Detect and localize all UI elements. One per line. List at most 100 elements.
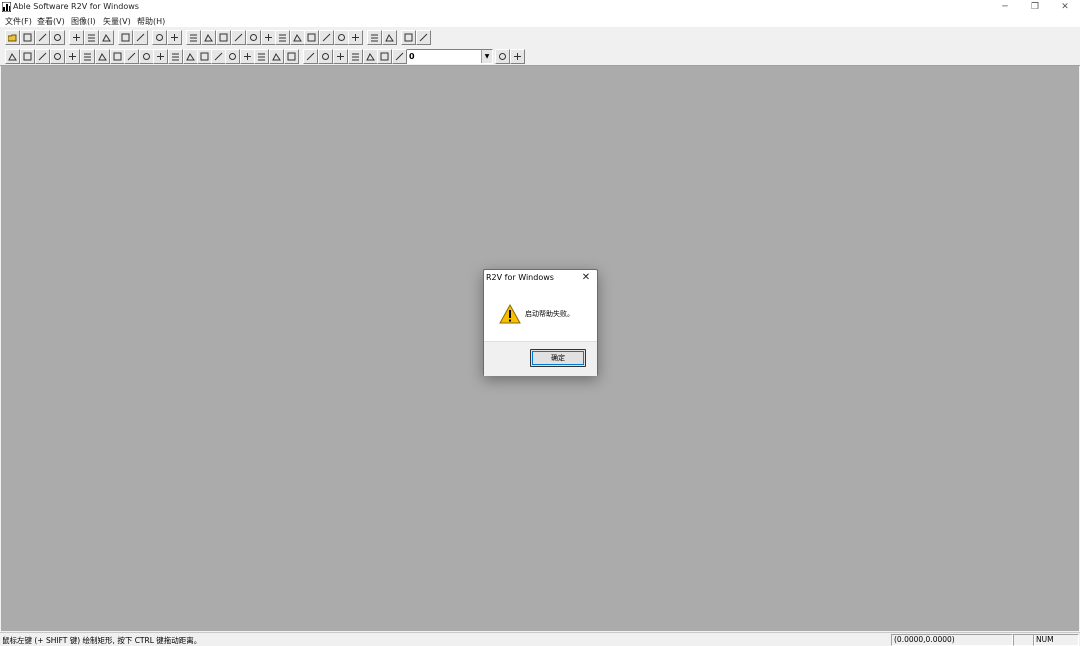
ok-button[interactable]: 确定 bbox=[530, 349, 586, 367]
node-move-button[interactable] bbox=[197, 49, 212, 64]
menu-help[interactable]: 帮助(H) bbox=[137, 16, 165, 27]
scan-button[interactable] bbox=[152, 30, 167, 45]
zoom-fit-button[interactable] bbox=[99, 30, 114, 45]
save-image-icon bbox=[38, 33, 47, 42]
fill-button[interactable] bbox=[269, 49, 284, 64]
diagonal-button[interactable] bbox=[168, 49, 183, 64]
open-button[interactable] bbox=[5, 30, 20, 45]
threshold-button[interactable] bbox=[261, 30, 276, 45]
save-vector-icon bbox=[54, 34, 61, 41]
curve-icon bbox=[38, 52, 47, 61]
spread-left-button[interactable] bbox=[246, 30, 261, 45]
calibrate-button[interactable] bbox=[167, 30, 182, 45]
menu-file[interactable]: 文件(F) bbox=[5, 16, 32, 27]
label-button[interactable] bbox=[382, 30, 397, 45]
layer-props-button[interactable] bbox=[510, 49, 525, 64]
center-button[interactable] bbox=[304, 30, 319, 45]
close-button[interactable]: ✕ bbox=[1050, 0, 1080, 14]
vertical-button[interactable] bbox=[65, 49, 80, 64]
horizontal-button[interactable] bbox=[80, 49, 95, 64]
layer-select[interactable]: 0 ▼ bbox=[405, 49, 493, 64]
crosshair-button[interactable] bbox=[348, 30, 363, 45]
scatter-button[interactable] bbox=[348, 49, 363, 64]
move-down-button[interactable] bbox=[290, 30, 305, 45]
smooth-icon bbox=[113, 52, 122, 61]
chevron-down-icon[interactable]: ▼ bbox=[481, 50, 492, 63]
dot-button[interactable] bbox=[124, 49, 139, 64]
scan-icon bbox=[156, 34, 163, 41]
label-icon bbox=[385, 34, 394, 42]
select-window-button[interactable] bbox=[186, 30, 201, 45]
smooth-button[interactable] bbox=[110, 49, 125, 64]
open-icon bbox=[8, 34, 17, 42]
save-button[interactable] bbox=[20, 30, 35, 45]
chart-icon bbox=[366, 53, 375, 61]
help-button[interactable] bbox=[401, 30, 416, 45]
line-button[interactable] bbox=[20, 49, 35, 64]
fill-icon bbox=[272, 53, 281, 61]
layer-visible-icon bbox=[499, 53, 506, 60]
link-button[interactable] bbox=[318, 49, 333, 64]
break-button[interactable] bbox=[333, 49, 348, 64]
layer-visible-button[interactable] bbox=[495, 49, 510, 64]
tool-button[interactable] bbox=[254, 49, 269, 64]
add-node-button[interactable] bbox=[275, 30, 290, 45]
crop-button[interactable] bbox=[216, 30, 231, 45]
table-button[interactable] bbox=[319, 30, 334, 45]
snap-button[interactable] bbox=[211, 49, 226, 64]
minimize-button[interactable]: ─ bbox=[990, 0, 1020, 14]
vertical-icon bbox=[69, 53, 76, 60]
find-icon bbox=[371, 34, 378, 42]
text-button[interactable] bbox=[5, 49, 20, 64]
menu-vector[interactable]: 矢量(V) bbox=[103, 16, 131, 27]
spread-horizontal-button[interactable] bbox=[231, 30, 246, 45]
status-bar: 鼠标左键 (+ SHIFT 键) 绘制矩形, 按下 CTRL 键拖动距离。 (0… bbox=[0, 632, 1080, 646]
box-button[interactable] bbox=[153, 49, 168, 64]
dot-icon bbox=[127, 52, 136, 61]
save-icon bbox=[23, 33, 32, 42]
find-button[interactable] bbox=[367, 30, 382, 45]
split-icon bbox=[54, 53, 61, 60]
pointer-icon bbox=[136, 33, 145, 42]
trace-icon bbox=[306, 52, 315, 61]
dialog-close-button[interactable]: ✕ bbox=[579, 271, 593, 285]
select-all-icon bbox=[204, 34, 213, 42]
spread-horizontal-icon bbox=[234, 33, 243, 42]
trace-button[interactable] bbox=[303, 49, 318, 64]
digitize-button[interactable] bbox=[284, 49, 299, 64]
node-move-icon bbox=[200, 52, 209, 61]
save-image-button[interactable] bbox=[35, 30, 50, 45]
dialog-title: R2V for Windows bbox=[486, 273, 554, 282]
square-button[interactable] bbox=[240, 49, 255, 64]
zoom-out-button[interactable] bbox=[84, 30, 99, 45]
menu-bar: 文件(F) 查看(V) 图像(I) 矢量(V) 帮助(H) bbox=[0, 14, 1080, 27]
calibrate-icon bbox=[171, 34, 178, 41]
menu-image[interactable]: 图像(I) bbox=[71, 16, 96, 27]
edit-button[interactable] bbox=[377, 49, 392, 64]
pointer-button[interactable] bbox=[133, 30, 148, 45]
grid-button[interactable] bbox=[334, 30, 349, 45]
spread-left-icon bbox=[250, 34, 257, 41]
dash-icon bbox=[186, 53, 195, 61]
restore-button[interactable]: ❐ bbox=[1020, 0, 1050, 14]
menu-view[interactable]: 查看(V) bbox=[37, 16, 65, 27]
error-dialog: R2V for Windows ✕ 启动帮助失败。 确定 bbox=[483, 269, 598, 376]
select-all-button[interactable] bbox=[201, 30, 216, 45]
undo-button[interactable] bbox=[118, 30, 133, 45]
center-icon bbox=[307, 33, 316, 42]
vertex-button[interactable] bbox=[392, 49, 407, 64]
chart-button[interactable] bbox=[363, 49, 378, 64]
filter-button[interactable] bbox=[225, 49, 240, 64]
split-button[interactable] bbox=[50, 49, 65, 64]
context-help-icon bbox=[419, 33, 428, 42]
dash-button[interactable] bbox=[183, 49, 198, 64]
node-button[interactable] bbox=[139, 49, 154, 64]
help-icon bbox=[404, 33, 413, 42]
save-vector-button[interactable] bbox=[50, 30, 65, 45]
context-help-button[interactable] bbox=[416, 30, 431, 45]
filter-icon bbox=[229, 53, 236, 60]
grid-icon bbox=[338, 34, 345, 41]
join-button[interactable] bbox=[95, 49, 110, 64]
zoom-in-button[interactable] bbox=[69, 30, 84, 45]
curve-button[interactable] bbox=[35, 49, 50, 64]
